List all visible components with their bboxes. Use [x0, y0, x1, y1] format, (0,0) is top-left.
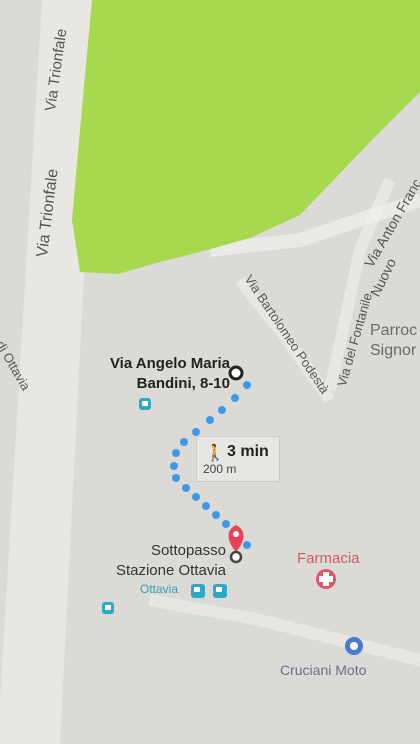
label-cruciani-moto[interactable]: Cruciani Moto [280, 662, 366, 678]
bus-stop-icon[interactable] [139, 398, 151, 410]
origin-label-line2: Bandini, 8-10 [136, 375, 230, 392]
label-parrocchia-2[interactable]: Signor [370, 342, 416, 360]
bus-stop-icon-3[interactable] [102, 602, 114, 614]
route-info-box[interactable]: 🚶 3 min 200 m [196, 436, 280, 482]
bus-stop-icon-2[interactable] [213, 584, 227, 598]
label-parrocchia-1[interactable]: Parroc [370, 322, 417, 340]
destination-label-line2: Stazione Ottavia [115, 562, 226, 579]
walk-icon: 🚶 [205, 445, 225, 462]
destination-label-line1: Sottopasso [150, 542, 226, 559]
origin-label[interactable]: Via Angelo Maria Bandini, 8-10 [94, 354, 230, 394]
label-farmacia[interactable]: Farmacia [297, 550, 360, 567]
map-view[interactable]: Via Trionfale Via Trionfale Via Anton Fr… [0, 0, 420, 744]
train-station-icon[interactable] [191, 584, 205, 598]
origin-marker [228, 365, 244, 381]
destination-marker [229, 550, 243, 564]
destination-label[interactable]: Sottopasso Stazione Ottavia [98, 541, 226, 581]
destination-pin [228, 525, 244, 552]
label-ottavia-station[interactable]: Ottavia [140, 582, 178, 596]
road-lower-street [148, 594, 420, 666]
route-duration: 3 min [227, 443, 269, 460]
route-distance: 200 m [203, 462, 237, 476]
origin-label-line1: Via Angelo Maria [109, 355, 230, 372]
